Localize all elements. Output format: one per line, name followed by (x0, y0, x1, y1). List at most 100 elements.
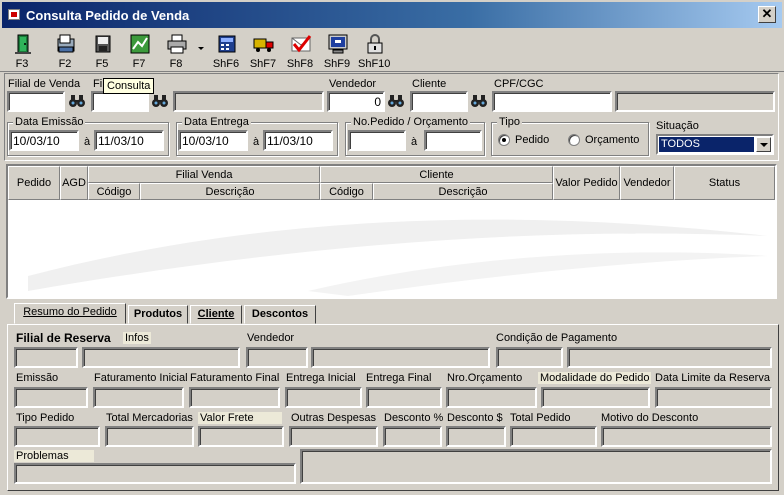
column-vendedor[interactable]: Vendedor (620, 166, 674, 200)
dropdown-arrow-icon[interactable] (198, 47, 204, 50)
tab-cliente[interactable]: Cliente (190, 305, 242, 324)
tipo-orcamento-label: Orçamento (585, 134, 640, 146)
toolbar-button-f5[interactable]: F5 (86, 31, 118, 71)
toolbar-button-shf9[interactable]: ShF9 (321, 31, 353, 71)
tooltip: Consulta (103, 78, 155, 94)
cliente-input[interactable] (410, 91, 468, 112)
data-entrega-from-input[interactable]: 10/03/10 (178, 130, 248, 151)
tab-resumo-label: Resumo do Pedido (23, 306, 117, 318)
delivery-truck-icon (253, 38, 274, 52)
toolbar-button-shf10[interactable]: ShF10 (358, 31, 390, 71)
filial-input[interactable] (91, 91, 149, 112)
emissao-label: Emissão (16, 372, 59, 384)
toolbar-label: ShF6 (212, 58, 240, 70)
pedido-from-input[interactable] (348, 130, 406, 151)
desconto-pct-field (383, 426, 442, 447)
printer-icon (167, 34, 187, 54)
toolbar-button-f8[interactable]: F8 (160, 31, 192, 71)
tipo-pedido-label: Pedido (515, 134, 550, 146)
data-emissao-to-input[interactable]: 11/03/10 (94, 130, 164, 151)
data-emissao-from-input[interactable]: 10/03/10 (9, 130, 79, 151)
tab-descontos-label: Descontos (251, 308, 309, 320)
binoculars-icon[interactable] (470, 93, 488, 109)
cliente-description-field (615, 91, 775, 112)
tab-descontos[interactable]: Descontos (244, 305, 316, 324)
filial-reserva-code (14, 347, 78, 368)
binoculars-icon[interactable] (387, 93, 405, 109)
padlock-icon (367, 34, 383, 54)
column-status[interactable]: Status (674, 166, 775, 200)
column-agd[interactable]: AGD (60, 166, 88, 200)
column-valor-pedido[interactable]: Valor Pedido (553, 166, 620, 200)
cash-register-icon (218, 35, 236, 53)
exit-door-icon (15, 34, 31, 54)
situacao-select[interactable]: TODOS (656, 134, 774, 155)
emissao-field (14, 387, 88, 408)
modalidade-pedido-label: Modalidade do Pedido (538, 372, 652, 384)
condicao-pagamento-label: Condição de Pagamento (496, 332, 618, 344)
toolbar-button-f7[interactable]: F7 (123, 31, 155, 71)
column-filial-descricao[interactable]: Descrição (140, 183, 320, 200)
data-limite-reserva-field (655, 387, 772, 408)
tipo-orcamento-radio[interactable] (568, 134, 580, 146)
condicao-code (496, 347, 563, 368)
tipo-pedido-field (14, 426, 100, 447)
vendedor-input[interactable]: 0 (327, 91, 385, 112)
data-emissao-label: Data Emissão (13, 116, 86, 128)
observacoes-field (300, 449, 772, 484)
tab-produtos[interactable]: Produtos (128, 305, 188, 324)
vendedor-code (246, 347, 308, 368)
infos-label: Infos (123, 332, 151, 344)
toolbar-label: ShF10 (358, 58, 391, 70)
watermark-swoosh (28, 219, 768, 296)
desconto-pct-label: Desconto % (384, 412, 444, 424)
cpf-input[interactable] (492, 91, 612, 112)
condicao-desc (567, 347, 772, 368)
range-separator: à (411, 136, 418, 148)
save-icon (95, 35, 111, 53)
toolbar-button-shf6[interactable]: ShF6 (210, 31, 242, 71)
filial-venda-input[interactable] (7, 91, 65, 112)
tipo-label: Tipo (497, 116, 522, 128)
toolbar-button-shf7[interactable]: ShF7 (247, 31, 279, 71)
toolbar-button-f2[interactable]: F2 (49, 31, 81, 71)
vendedor-label: Vendedor (329, 78, 377, 90)
toolbar-label: F8 (169, 58, 183, 70)
tipo-pedido-radio[interactable] (498, 134, 510, 146)
pedido-to-input[interactable] (424, 130, 482, 151)
chevron-down-icon[interactable] (756, 137, 771, 152)
vendedor-desc (311, 347, 490, 368)
filial-venda-label: Filial de Venda (8, 78, 81, 90)
nro-orcamento-field (446, 387, 537, 408)
column-group-filial-venda: Filial Venda (88, 166, 320, 183)
column-cliente-codigo[interactable]: Código (320, 183, 373, 200)
data-entrega-to-input[interactable]: 11/03/10 (263, 130, 333, 151)
valor-frete-label: Valor Frete (198, 412, 282, 424)
toolbar-label: F3 (15, 58, 29, 70)
new-document-icon (57, 34, 75, 53)
binoculars-icon[interactable] (68, 93, 86, 109)
toolbar-button-f3[interactable]: F3 (6, 31, 38, 71)
total-pedido-label: Total Pedido (510, 412, 571, 424)
binoculars-icon[interactable] (151, 93, 169, 109)
range-separator: à (253, 136, 260, 148)
approve-check-icon (291, 35, 312, 53)
column-cliente-descricao[interactable]: Descrição (373, 183, 553, 200)
column-filial-codigo[interactable]: Código (88, 183, 140, 200)
filial-reserva-desc (82, 347, 240, 368)
data-limite-reserva-label: Data Limite da Reserva (655, 372, 770, 384)
faturamento-final-field (189, 387, 280, 408)
entrega-inicial-label: Entrega Inicial (286, 372, 356, 384)
tab-resumo[interactable]: Resumo do Pedido (14, 303, 126, 324)
toolbar-button-shf8[interactable]: ShF8 (284, 31, 316, 71)
column-pedido[interactable]: Pedido (8, 166, 60, 200)
entrega-final-label: Entrega Final (366, 372, 432, 384)
outras-despesas-field (289, 426, 378, 447)
situacao-selected: TODOS (659, 137, 754, 152)
close-button[interactable]: ✕ (758, 6, 776, 23)
toolbar-label: ShF7 (249, 58, 277, 70)
tab-produtos-label: Produtos (133, 308, 183, 320)
tipo-pedido-resumo-label: Tipo Pedido (16, 412, 75, 424)
motivo-desconto-field (601, 426, 772, 447)
filial-description-field (173, 91, 324, 112)
